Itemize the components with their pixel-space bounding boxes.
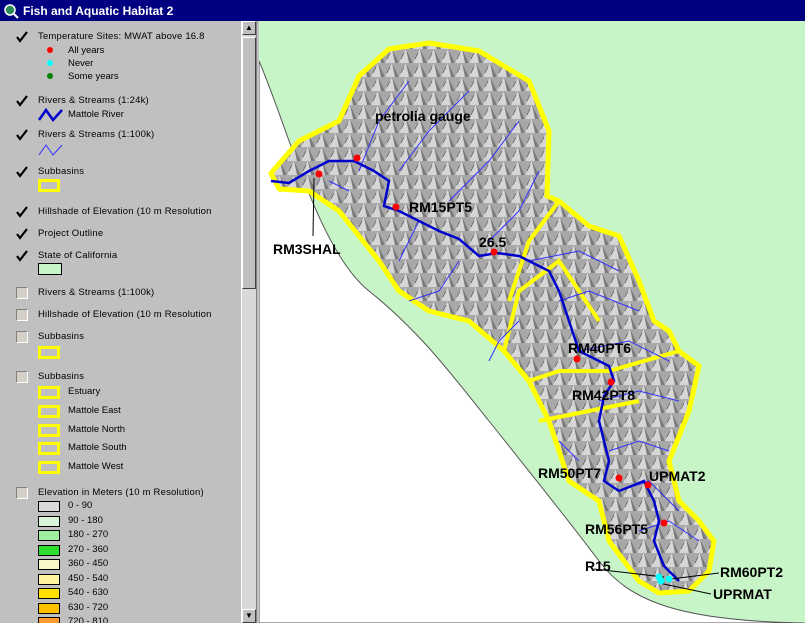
table-of-contents: Temperature Sites: MWAT above 16.8 All y…	[0, 21, 257, 623]
window-title: Fish and Aquatic Habitat 2	[23, 3, 174, 18]
site-label: RM42PT8	[572, 387, 636, 403]
elevation-swatch	[38, 530, 60, 541]
legend-label: Never	[68, 58, 94, 69]
green-dot-icon	[47, 73, 53, 79]
site-label: RM40PT6	[568, 340, 632, 356]
cyan-dot-icon	[47, 60, 53, 66]
layer-name: Rivers & Streams (1:24k)	[38, 95, 149, 106]
elevation-swatch	[38, 559, 60, 570]
layer-name: Subbasins	[38, 331, 85, 342]
checkmark-icon[interactable]	[16, 228, 28, 240]
layer-name: Rivers & Streams (1:100k)	[38, 129, 155, 140]
elevation-swatch	[38, 573, 60, 585]
checkmark-icon[interactable]	[16, 206, 28, 218]
river-line-icon	[38, 108, 63, 122]
site-marker[interactable]	[353, 154, 361, 162]
legend-label: Estuary	[68, 386, 101, 397]
site-label: RM50PT7	[538, 465, 602, 481]
elevation-swatch	[38, 501, 60, 512]
elevation-label: 720 - 810	[68, 616, 109, 623]
elevation-label: 0 - 90	[68, 500, 93, 511]
site-label: RM60PT2	[720, 564, 784, 580]
site-label: 26.5	[479, 234, 507, 250]
subbasin-swatch	[38, 424, 60, 437]
site-marker[interactable]	[607, 378, 615, 386]
checkbox[interactable]	[16, 287, 28, 299]
elevation-label: 540 - 630	[68, 587, 109, 598]
elevation-label: 630 - 720	[68, 601, 109, 613]
toc-scrollbar[interactable]: ▲ ▼	[241, 21, 256, 623]
site-marker[interactable]	[315, 170, 323, 178]
red-dot-icon	[47, 47, 53, 53]
elevation-swatch	[38, 588, 60, 599]
checkbox[interactable]	[16, 309, 28, 321]
layer-name: Rivers & Streams (1:100k)	[38, 287, 155, 298]
legend-label: All years	[68, 45, 105, 56]
window-titlebar[interactable]: Fish and Aquatic Habitat 2	[0, 0, 805, 21]
layer-name: Hillshade of Elevation (10 m Resolution	[38, 206, 212, 217]
map-view[interactable]: petrolia gauge RM3SHAL RM15PT5 26.5 RM40…	[259, 21, 805, 623]
elevation-swatch	[38, 617, 60, 623]
legend-label: Mattole River	[68, 109, 124, 120]
elevation-swatch	[38, 515, 60, 527]
checkmark-icon[interactable]	[16, 166, 28, 178]
state-swatch	[38, 263, 62, 275]
legend-label: Mattole West	[68, 461, 124, 472]
legend-label: Some years	[68, 71, 119, 82]
site-label: RM15PT5	[409, 199, 473, 215]
scroll-thumb[interactable]	[242, 37, 256, 289]
map-canvas	[259, 21, 805, 623]
site-marker[interactable]	[660, 519, 668, 527]
checkmark-icon[interactable]	[16, 31, 28, 43]
elevation-swatch	[38, 602, 60, 614]
elevation-label: 360 - 450	[68, 558, 109, 569]
layer-name: Project Outline	[38, 228, 104, 239]
layer-name: Hillshade of Elevation (10 m Resolution	[38, 309, 212, 320]
elevation-swatch	[38, 544, 60, 556]
site-label: UPRMAT	[713, 586, 772, 602]
layer-name: Temperature Sites: MWAT above 16.8	[38, 31, 205, 42]
layer-name: Elevation in Meters (10 m Resolution)	[38, 487, 204, 498]
checkmark-icon[interactable]	[16, 95, 28, 107]
scroll-down-button[interactable]: ▼	[242, 609, 256, 623]
elevation-label: 180 - 270	[68, 529, 109, 540]
legend-label: Mattole East	[68, 405, 121, 416]
checkbox[interactable]	[16, 371, 28, 383]
layer-name: State of California	[38, 250, 118, 261]
elevation-label: 270 - 360	[68, 543, 109, 555]
site-label: RM56PT5	[585, 521, 649, 537]
legend-label: Mattole North	[68, 424, 126, 435]
checkmark-icon[interactable]	[16, 129, 28, 141]
checkbox[interactable]	[16, 331, 28, 343]
site-marker[interactable]	[392, 203, 400, 211]
site-marker[interactable]	[615, 474, 623, 482]
layer-name: Subbasins	[38, 166, 85, 177]
elevation-label: 90 - 180	[68, 514, 103, 526]
subbasin-swatch	[38, 442, 60, 455]
checkbox[interactable]	[16, 487, 28, 499]
site-label: UPMAT2	[649, 468, 706, 484]
elevation-label: 450 - 540	[68, 572, 109, 584]
site-marker[interactable]	[665, 575, 673, 583]
checkmark-icon[interactable]	[16, 250, 28, 262]
site-marker[interactable]	[657, 577, 665, 585]
legend-label: Mattole South	[68, 442, 127, 453]
site-marker[interactable]	[573, 355, 581, 363]
stream-line-icon	[38, 144, 63, 156]
scroll-up-button[interactable]: ▲	[242, 21, 256, 35]
site-label: RM3SHAL	[273, 241, 341, 257]
site-label: R15	[585, 558, 611, 574]
arcview-globe-icon	[4, 3, 19, 19]
site-label: petrolia gauge	[375, 108, 471, 124]
layer-name: Subbasins	[38, 371, 85, 382]
subbasin-swatch	[38, 461, 60, 474]
subbasin-swatch	[38, 346, 60, 359]
subbasin-swatch	[38, 179, 60, 192]
subbasin-swatch	[38, 405, 60, 418]
subbasin-swatch	[38, 386, 60, 399]
